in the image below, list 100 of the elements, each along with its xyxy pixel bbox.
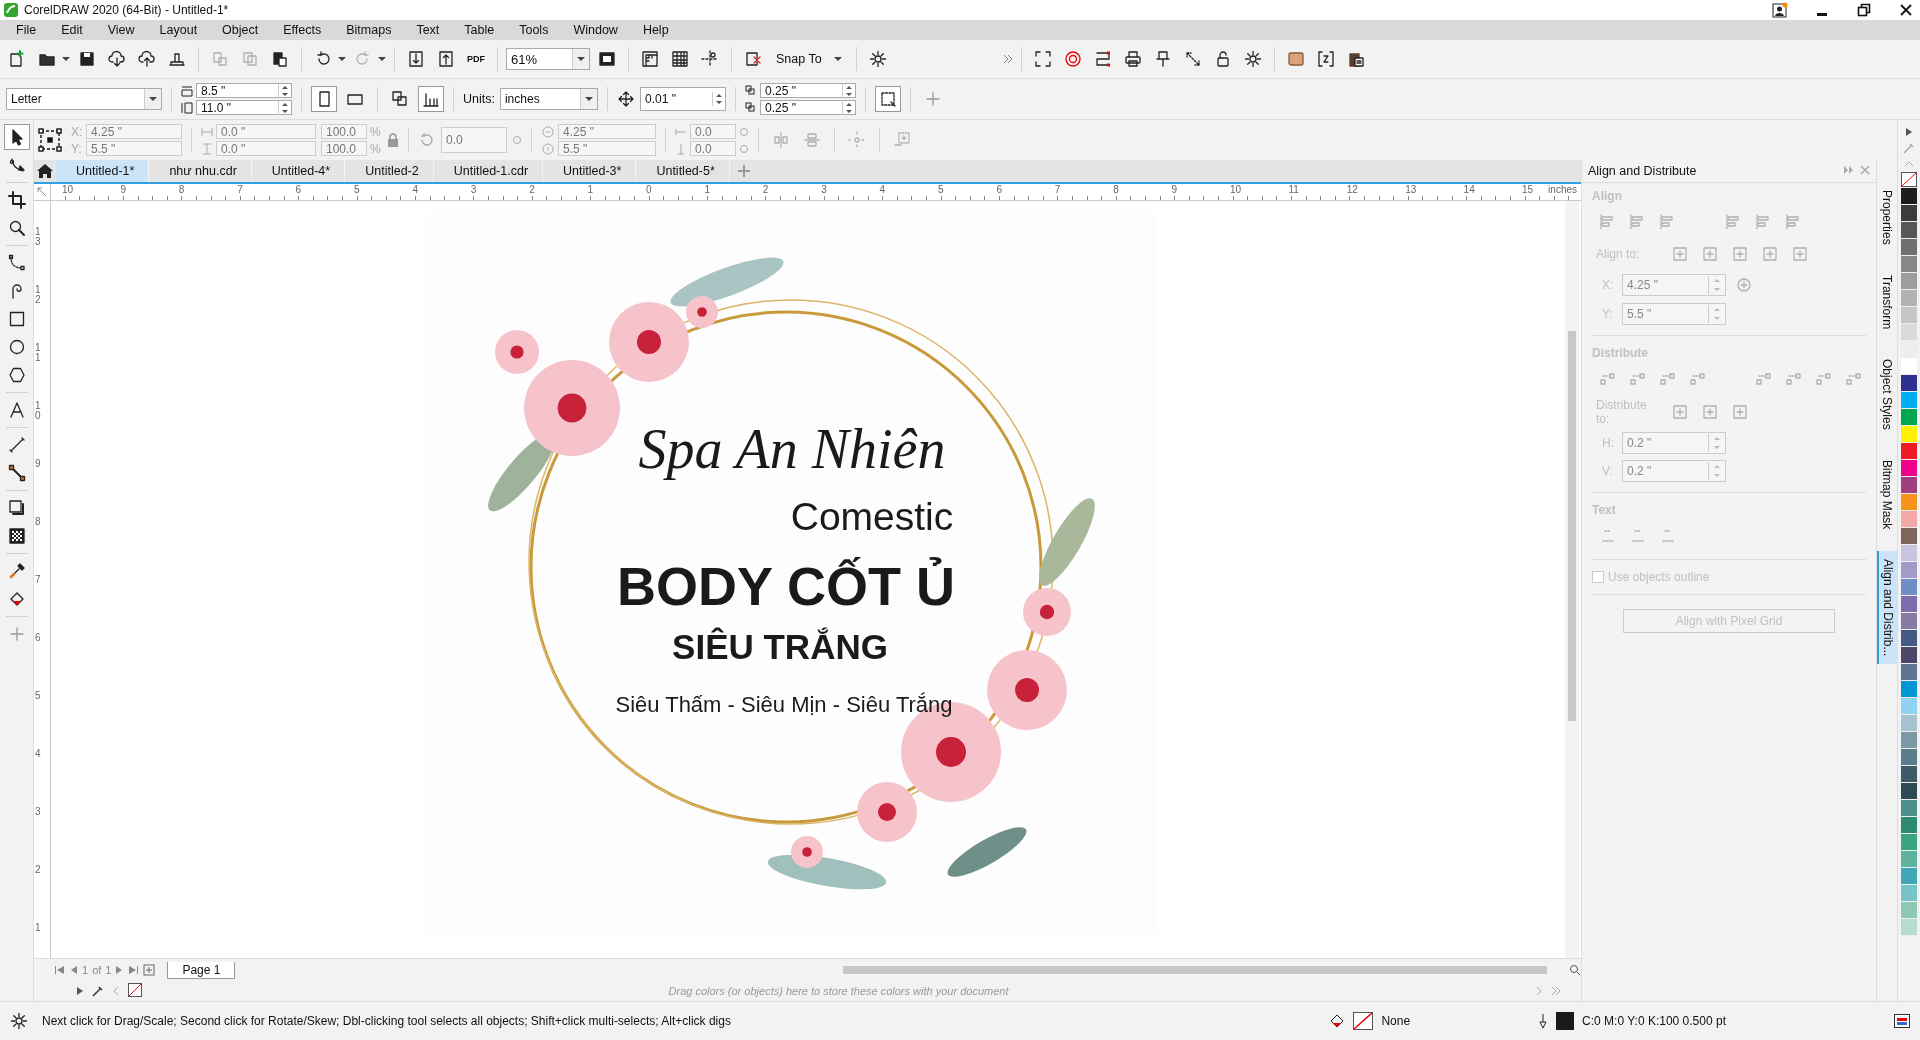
- outline-value: C:0 M:0 Y:0 K:100 0.500 pt: [1582, 1014, 1726, 1028]
- skew-x-field[interactable]: 0.0: [690, 124, 736, 139]
- design-title: Spa An Nhiên: [638, 417, 946, 481]
- document-tab[interactable]: như nhu.cdr: [149, 160, 252, 182]
- width-field[interactable]: 8.5 ": [196, 83, 292, 98]
- page-of-label: of: [92, 964, 102, 976]
- ruler-label: 1: [35, 923, 42, 933]
- ruler-label: 0: [646, 184, 652, 195]
- total-pages-number: 1: [105, 964, 112, 976]
- document-tab[interactable]: Untitled-3*: [543, 160, 637, 182]
- docker-tab[interactable]: Transform: [1877, 266, 1897, 337]
- ruler-label: 6: [996, 184, 1002, 195]
- menu-item[interactable]: Edit: [51, 21, 93, 39]
- status-message: Next click for Drag/Scale; Second click for Rotate/Skew; Dbl-clicking tool selects all objects; Shift+click multi-selects; Alt+click digs: [42, 1014, 731, 1028]
- docker-tab[interactable]: Bitmap Mask: [1877, 451, 1897, 537]
- ruler-label: 11: [1288, 184, 1299, 195]
- ruler-label: 10: [62, 184, 74, 195]
- menu-item[interactable]: Layout: [149, 21, 208, 39]
- y-position-field[interactable]: 5.5 ": [86, 141, 182, 156]
- ruler-label: 7: [237, 184, 243, 195]
- ruler-label: 15: [1522, 184, 1534, 195]
- ruler-label: 7: [1054, 184, 1061, 195]
- docker-tab[interactable]: Properties: [1877, 182, 1897, 253]
- units-label: Units:: [463, 92, 495, 106]
- ruler-label: 5: [354, 184, 360, 195]
- ruler-label: 2: [529, 184, 535, 195]
- scale-y-field[interactable]: 100.0: [321, 141, 367, 156]
- center-x-field[interactable]: 4.25 ": [558, 124, 656, 139]
- ruler-label: 13: [35, 227, 42, 247]
- ruler-label: 3: [35, 807, 42, 817]
- ruler-label: 10: [35, 401, 42, 421]
- ruler-label: 9: [120, 184, 126, 195]
- current-page-number: 1: [82, 964, 89, 976]
- menu-item[interactable]: Text: [406, 21, 450, 39]
- ruler-label: 2: [35, 865, 42, 875]
- ruler-label: 3: [470, 184, 477, 195]
- docker-tab[interactable]: Object Styles: [1877, 350, 1897, 438]
- menu-item[interactable]: Object: [212, 21, 269, 39]
- ruler-label: 1: [704, 184, 710, 195]
- ruler-label: 8: [1113, 184, 1119, 195]
- document-tab[interactable]: Untitled-4*: [251, 160, 346, 182]
- units-dropdown[interactable]: inches: [499, 88, 598, 110]
- ruler-label: 4: [879, 184, 886, 195]
- ruler-label: 11: [35, 343, 42, 363]
- menu-item[interactable]: Table: [454, 21, 505, 39]
- snap-to-dropdown[interactable]: Snap To: [770, 52, 848, 66]
- design-tagline: Siêu Thấm - Siêu Mịn - Siêu Trắng: [615, 692, 953, 718]
- menu-item[interactable]: File: [6, 21, 47, 39]
- zoom-field[interactable]: 61%: [506, 48, 590, 70]
- scale-x-field[interactable]: 100.0: [321, 124, 367, 139]
- ruler-label: 5: [35, 691, 42, 701]
- height-field[interactable]: 11.0 ": [196, 100, 292, 115]
- ruler-label: 6: [295, 184, 302, 195]
- ruler-label: 13: [1405, 184, 1417, 195]
- percent-label: %: [370, 124, 382, 139]
- menu-item[interactable]: Window: [563, 21, 628, 39]
- page-size-dropdown[interactable]: Letter: [6, 88, 162, 110]
- y-label: Y:: [71, 141, 83, 156]
- ruler-label: 2: [762, 184, 769, 195]
- rotation-field[interactable]: 0.0: [441, 127, 507, 153]
- window-title: CorelDRAW 2020 (64-Bit) - Untitled-1*: [24, 3, 229, 17]
- ruler-label: 1: [587, 184, 594, 195]
- publish-pdf-button[interactable]: PDF: [463, 46, 489, 72]
- document-tab[interactable]: Untitled-1*: [56, 160, 150, 182]
- design-headline: BODY CỐT Ủ: [617, 555, 955, 617]
- ruler-label: 8: [178, 184, 185, 195]
- document-tab[interactable]: Untitled-5*: [636, 160, 730, 182]
- center-y-field[interactable]: 5.5 ": [558, 141, 656, 156]
- page-tab[interactable]: Page 1: [167, 961, 236, 979]
- ruler-unit-label: inches: [1548, 184, 1577, 195]
- docker-tab[interactable]: Align and Distrib...: [1877, 551, 1897, 665]
- ruler-label: 12: [35, 285, 42, 305]
- object-height-field[interactable]: 0.0 ": [216, 141, 316, 156]
- x-position-field[interactable]: 4.25 ": [86, 124, 182, 139]
- ruler-label: 14: [1463, 184, 1475, 195]
- ruler-label: 10: [1230, 184, 1242, 195]
- document-tab[interactable]: Untitled-2: [345, 160, 434, 182]
- document-tab[interactable]: Untitled-1.cdr: [433, 160, 544, 182]
- ruler-label: 7: [35, 575, 42, 585]
- duplicate-y-field[interactable]: 0.25 ": [759, 100, 856, 115]
- duplicate-x-field[interactable]: 0.25 ": [759, 83, 856, 98]
- ruler-label: 4: [35, 749, 42, 759]
- menu-item[interactable]: Bitmaps: [336, 21, 402, 39]
- ruler-label: 9: [1171, 184, 1178, 195]
- object-width-field[interactable]: 0.0 ": [216, 124, 316, 139]
- ruler-label: 6: [35, 633, 42, 643]
- nudge-field[interactable]: 0.01 ": [639, 87, 726, 111]
- design-subtitle: Comestic: [790, 495, 954, 539]
- design-subheadline: SIÊU TRẮNG: [672, 627, 888, 667]
- ruler-label: 8: [35, 517, 42, 527]
- fill-value: None: [1381, 1014, 1411, 1028]
- ruler-label: 12: [1346, 184, 1358, 195]
- menu-item[interactable]: View: [97, 21, 145, 39]
- menu-item[interactable]: Effects: [273, 21, 332, 39]
- skew-y-field[interactable]: 0.0: [690, 141, 736, 156]
- palette-hint: Drag colors (or objects) here to store these colors with your document: [667, 985, 1010, 997]
- ruler-label: 4: [412, 184, 418, 195]
- menu-item[interactable]: Tools: [509, 21, 559, 39]
- ruler-label: 5: [938, 184, 944, 195]
- menu-item[interactable]: Help: [632, 21, 679, 39]
